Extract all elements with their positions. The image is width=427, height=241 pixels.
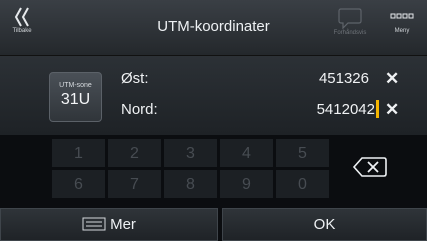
east-field[interactable]: 451326 bbox=[319, 70, 369, 87]
backspace-button[interactable] bbox=[344, 148, 400, 186]
bottom-bar: Mer OK bbox=[0, 208, 427, 241]
east-label: Øst: bbox=[121, 70, 149, 87]
preview-button[interactable]: Forhåndsvis bbox=[322, 4, 378, 52]
list-icon bbox=[82, 217, 106, 231]
page-title: UTM-koordinater bbox=[157, 18, 270, 35]
key-1[interactable]: 1 bbox=[51, 138, 106, 168]
back-label: Tilbake bbox=[12, 28, 32, 34]
more-label: Mer bbox=[110, 216, 136, 233]
key-5[interactable]: 5 bbox=[275, 138, 330, 168]
backspace-icon bbox=[352, 157, 387, 177]
north-label: Nord: bbox=[121, 101, 158, 118]
utm-zone-label: UTM-sone bbox=[59, 82, 92, 89]
key-2[interactable]: 2 bbox=[107, 138, 162, 168]
speech-bubble-icon bbox=[338, 8, 362, 30]
key-8[interactable]: 8 bbox=[163, 169, 218, 199]
key-9[interactable]: 9 bbox=[219, 169, 274, 199]
menu-label: Meny bbox=[394, 28, 410, 34]
key-7[interactable]: 7 bbox=[107, 169, 162, 199]
text-cursor bbox=[376, 100, 379, 118]
preview-label: Forhåndsvis bbox=[333, 30, 367, 36]
key-0[interactable]: 0 bbox=[275, 169, 330, 199]
key-6[interactable]: 6 bbox=[51, 169, 106, 199]
utm-zone-value: 31U bbox=[60, 91, 91, 108]
top-bar: Tilbake UTM-koordinater Forhåndsvis Meny bbox=[0, 0, 427, 56]
back-button[interactable]: Tilbake bbox=[4, 4, 40, 52]
north-field[interactable]: 5412042 bbox=[317, 101, 375, 118]
clear-north-icon[interactable]: ✕ bbox=[385, 100, 399, 120]
utm-zone-button[interactable]: UTM-sone 31U bbox=[49, 72, 102, 122]
menu-button[interactable]: Meny bbox=[380, 4, 424, 52]
more-button[interactable]: Mer bbox=[0, 208, 218, 241]
ok-button[interactable]: OK bbox=[222, 208, 427, 241]
chevron-double-left-icon bbox=[14, 7, 29, 27]
menu-grid-icon bbox=[390, 13, 414, 19]
clear-east-icon[interactable]: ✕ bbox=[385, 69, 399, 89]
key-4[interactable]: 4 bbox=[219, 138, 274, 168]
key-3[interactable]: 3 bbox=[163, 138, 218, 168]
numeric-keypad: 1 2 3 4 5 6 7 8 9 0 bbox=[51, 138, 335, 200]
